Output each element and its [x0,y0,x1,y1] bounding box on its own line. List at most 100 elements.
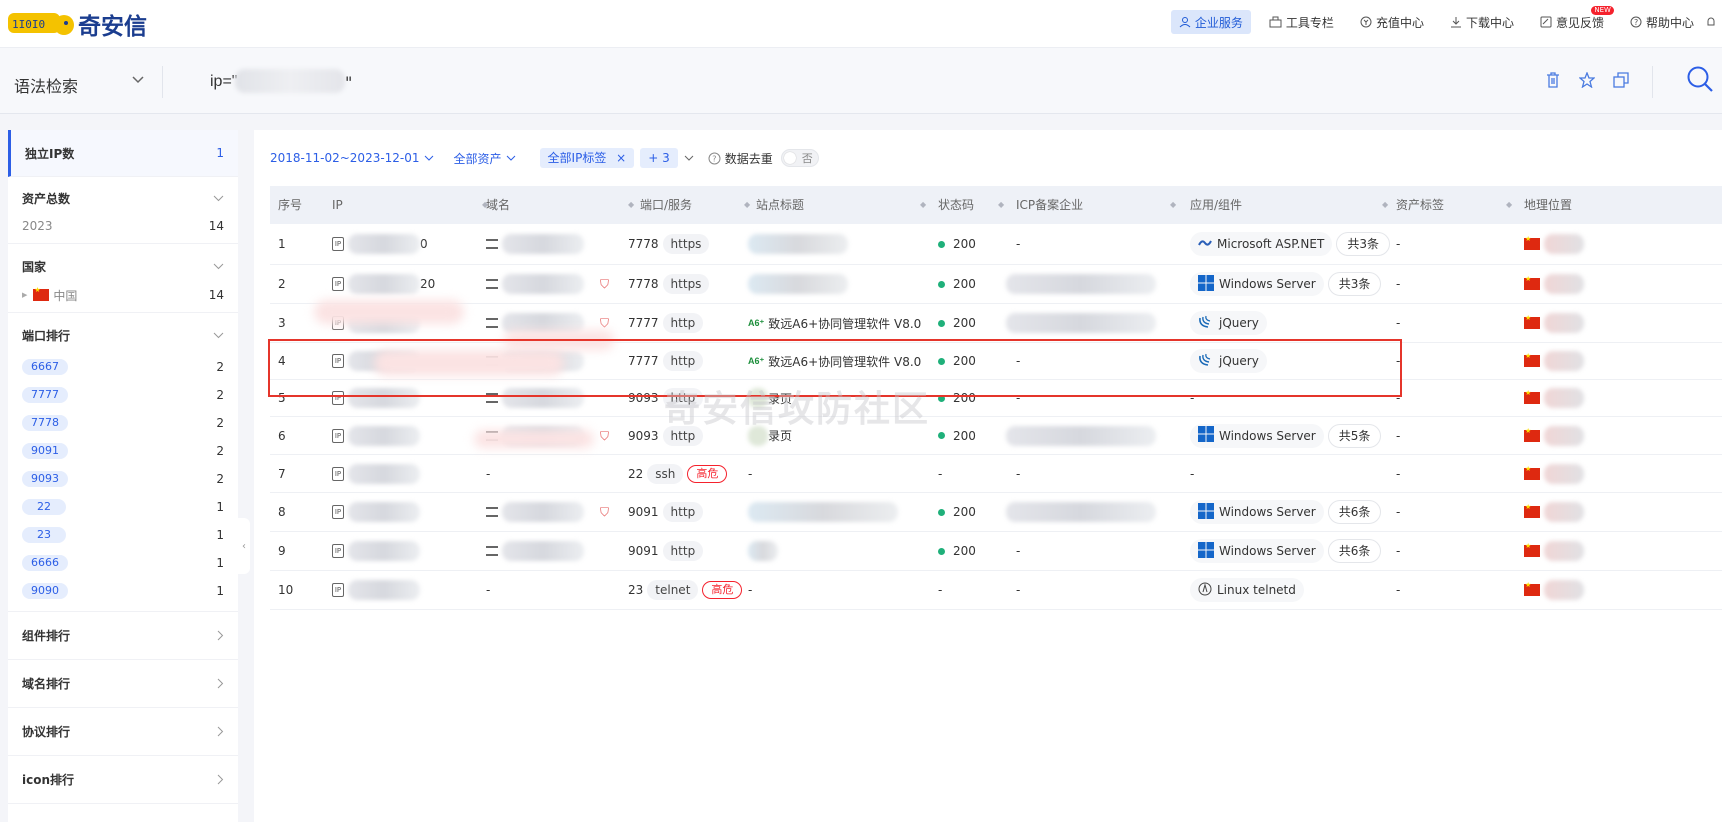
sort-icon[interactable]: ◆ [628,200,634,209]
component-chip[interactable]: Windows Server [1190,272,1324,296]
table-row[interactable]: 10 IP -23 telnet 高危 - - - Linux telnetd - [270,571,1722,610]
component-ranking-section[interactable]: 组件排行 [8,612,238,660]
nav-tools[interactable]: 工具专栏 [1261,10,1342,34]
col-location[interactable]: 地理位置 [1524,186,1572,224]
site-title-cell[interactable]: - [748,455,752,492]
port-chip[interactable]: 9090 [22,583,68,599]
component-cell[interactable]: Windows Server 共6条 [1190,493,1382,531]
sort-icon[interactable]: ◆ [1382,200,1388,209]
protocol-ranking-section[interactable]: 协议排行 [8,708,238,756]
location-cell[interactable] [1524,343,1584,379]
location-cell[interactable] [1524,571,1584,609]
site-title-cell[interactable]: 录页 [748,380,792,416]
logo[interactable]: 1I0I0 奇安信 [6,8,147,40]
port-list-item[interactable]: 9093 2 [22,465,224,493]
port-service-cell[interactable]: 9093 http [628,417,704,454]
location-cell[interactable] [1524,417,1584,454]
col-status[interactable]: 状态码 [938,186,974,224]
location-cell[interactable] [1524,532,1584,570]
port-service-cell[interactable]: 7777 http [628,304,704,342]
component-cell[interactable]: Windows Server 共5条 [1190,417,1382,454]
close-icon[interactable]: × [616,151,626,165]
component-cell[interactable]: Windows Server 共6条 [1190,532,1382,570]
component-count-badge[interactable]: 共3条 [1327,272,1382,296]
port-service-cell[interactable]: 23 telnet 高危 [628,571,743,609]
component-chip[interactable]: jQuery [1190,311,1267,335]
port-list-item[interactable]: 9090 1 [22,577,224,605]
nav-enterprise-service[interactable]: 企业服务 [1170,10,1251,34]
col-title[interactable]: 站点标题 [756,186,804,224]
port-service-cell[interactable]: 7777 http [628,343,704,379]
location-cell[interactable] [1524,304,1584,342]
caret-right-icon[interactable]: ▶ [22,291,27,299]
sort-icon[interactable]: ◆ [1170,200,1176,209]
port-service-cell[interactable]: 9093 http [628,380,704,416]
ip-cell[interactable]: IP [332,493,420,531]
domain-cell[interactable] [486,380,584,416]
port-chip[interactable]: 9093 [22,471,68,487]
component-chip[interactable]: Microsoft ASP.NET [1190,232,1333,256]
port-chip[interactable]: 6666 [22,555,68,571]
col-component[interactable]: 应用/组件 [1190,186,1242,224]
service-pill[interactable]: http [662,313,704,333]
domain-ranking-section[interactable]: 域名排行 [8,660,238,708]
table-row[interactable]: 8 IP ⛉ 9091 http 200 Windows Server 共6条 - [270,493,1722,532]
port-service-cell[interactable]: 9091 http [628,493,704,531]
service-pill[interactable]: http [662,502,704,522]
location-cell[interactable] [1524,265,1584,303]
component-cell[interactable]: Windows Server 共3条 [1190,265,1382,303]
table-row[interactable]: 9 IP 9091 http 200- Windows Server 共6条 - [270,532,1722,571]
port-service-cell[interactable]: 22 ssh 高危 [628,455,728,492]
search-icon[interactable] [1686,65,1714,93]
port-chip[interactable]: 7777 [22,387,68,403]
sort-icon[interactable]: ◆ [920,200,926,209]
asset-scope-filter[interactable]: 全部资产 [454,150,516,167]
nav-help[interactable]: ? 帮助中心 [1622,10,1702,34]
port-list-item[interactable]: 6666 1 [22,549,224,577]
service-pill[interactable]: http [662,425,704,446]
port-service-cell[interactable]: 7778 https [628,224,710,264]
ip-cell[interactable]: IP [332,571,420,609]
ip-cell[interactable]: IP [332,532,420,570]
list-item[interactable]: ▶ 中国 14 [22,284,224,312]
table-row[interactable]: 1 IP 0 7778 https 200- Microsoft ASP.NET 共3条 - [270,224,1722,265]
col-ip[interactable]: IP [332,186,343,224]
ip-cell[interactable]: IP 0 [332,224,428,264]
icp-cell[interactable] [1006,493,1156,531]
port-service-cell[interactable]: 9091 http [628,532,704,570]
location-cell[interactable] [1524,455,1584,492]
component-chip[interactable]: Linux telnetd [1190,578,1304,602]
service-pill[interactable]: https [662,234,710,254]
dedupe-toggle[interactable]: 否 [780,149,819,167]
site-title-cell[interactable] [748,532,778,570]
ip-cell[interactable]: IP [332,417,420,454]
sidebar-collapse-toggle[interactable]: ‹ [238,518,250,574]
nav-feedback[interactable]: 意见反馈 NEW [1532,6,1614,34]
port-chip[interactable]: 9091 [22,443,68,459]
port-list-item[interactable]: 7778 2 [22,409,224,437]
service-pill[interactable]: https [662,274,710,294]
domain-cell[interactable] [486,493,584,531]
col-asset-tag[interactable]: 资产标签 [1396,186,1444,224]
site-title-cell[interactable]: A6⁺ 致远A6+协同管理软件 V8.0 [748,304,921,342]
ip-cell[interactable]: IP [332,455,420,492]
star-icon[interactable] [1579,72,1595,88]
col-icp[interactable]: ICP备案企业 [1016,186,1083,224]
domain-cell[interactable] [486,224,584,264]
port-list-item[interactable]: 9091 2 [22,437,224,465]
chevron-down-icon[interactable] [132,76,144,84]
ip-tag-filter[interactable]: 全部IP标签 × [539,148,635,168]
port-chip[interactable]: 6667 [22,359,68,375]
component-chip[interactable]: Windows Server [1190,423,1324,448]
port-list-item[interactable]: 22 1 [22,493,224,521]
component-count-badge[interactable]: 共5条 [1327,423,1382,448]
sort-icon[interactable]: ◆ [998,200,1004,209]
site-title-cell[interactable] [748,265,848,303]
port-list-item[interactable]: 6667 2 [22,353,224,381]
unique-ip-section[interactable]: 独立IP数 1 [8,130,238,177]
domain-cell[interactable] [486,532,584,570]
service-pill[interactable]: http [662,541,704,561]
component-chip[interactable]: Windows Server [1190,539,1324,563]
port-service-cell[interactable]: 7778 https [628,265,710,303]
chevron-down-icon[interactable] [213,195,224,202]
